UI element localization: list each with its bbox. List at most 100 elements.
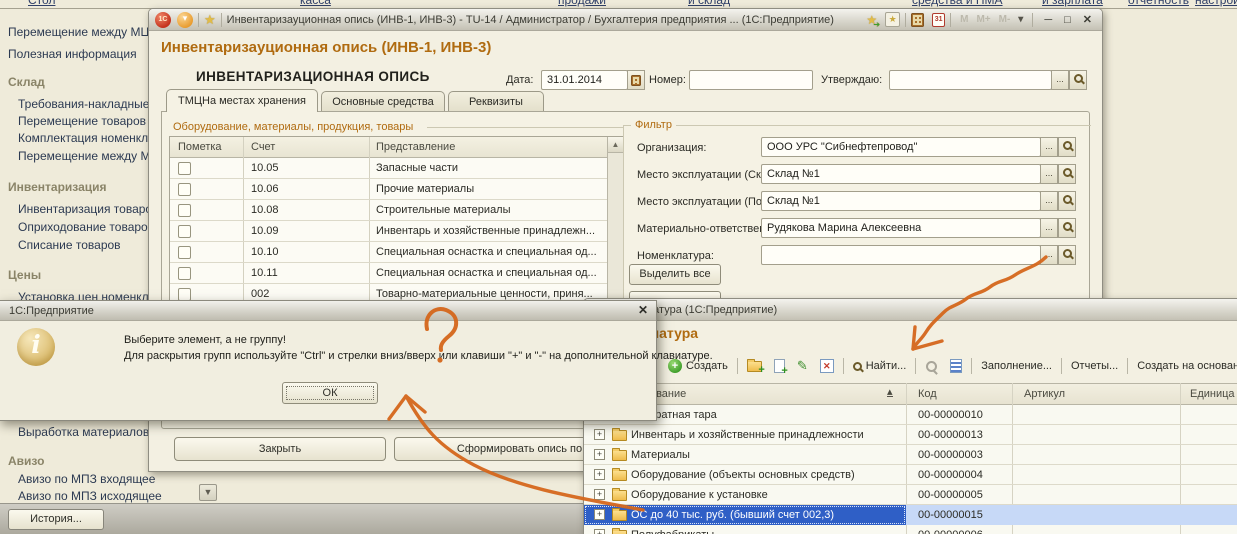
sidebar-scroll-down-button[interactable]: ▼ <box>199 484 217 501</box>
menu-item-warehouse[interactable]: и склад <box>688 0 730 7</box>
menu-item-assets[interactable]: средства и НМА <box>912 0 1003 7</box>
table-row[interactable]: 10.06 Прочие материалы <box>170 179 608 200</box>
menu-item-settings[interactable]: настройки учета <box>1195 0 1237 7</box>
table-row[interactable]: 10.11 Специальная оснастка и специальная… <box>170 263 608 284</box>
calendar-icon[interactable]: 31 <box>932 13 945 27</box>
history-button[interactable]: История... <box>8 509 104 530</box>
main-window-titlebar[interactable]: ★ Инвентаризауционная опись (ИНВ-1, ИНВ-… <box>149 9 1102 31</box>
sidebar-item-oprihodovanie[interactable]: Оприходование товаров <box>18 220 154 234</box>
fill-button[interactable]: Заполнение... <box>975 357 1058 375</box>
menu-item-reports[interactable]: отчетность <box>1128 0 1189 7</box>
sidebar-item-avizo-in[interactable]: Авизо по МПЗ входящее <box>18 472 155 486</box>
table-row[interactable]: 10.08 Строительные материалы <box>170 200 608 221</box>
favorites-star-icon[interactable]: ★ <box>204 12 216 28</box>
menu-item-sales[interactable]: продажи <box>558 0 606 7</box>
delete-button[interactable]: ✕ <box>814 356 840 376</box>
sidebar-item-useful-info[interactable]: Полезная информация <box>8 47 137 61</box>
number-input[interactable] <box>689 70 813 90</box>
column-header-unit[interactable]: Единица <box>1190 388 1235 400</box>
sidebar-item-vyrabotka[interactable]: Выработка материалов <box>18 425 149 439</box>
close-button[interactable]: ✕ <box>1083 13 1092 26</box>
window-menu-icon[interactable] <box>177 12 193 28</box>
column-header-schet[interactable]: Счет <box>251 141 275 153</box>
memory-mminus-button[interactable]: M- <box>999 14 1011 25</box>
edit-button[interactable]: ✎ <box>791 355 814 377</box>
favorites-list-icon[interactable]: ★ <box>885 12 900 27</box>
warehouse-search-button[interactable] <box>1058 164 1076 184</box>
division-ellipsis-button[interactable]: ... <box>1040 191 1058 211</box>
table-row[interactable]: 10.05 Запасные части <box>170 158 608 179</box>
sidebar-item-move-between-mc[interactable]: Перемещение между МЦ <box>8 25 149 39</box>
table-row[interactable]: Инвентарь и хозяйственные принадлежности… <box>584 425 1237 445</box>
dialog-close-icon[interactable]: ✕ <box>638 303 648 317</box>
memory-m-button[interactable]: M <box>960 14 968 25</box>
tab-requisites[interactable]: Реквизиты <box>448 91 544 112</box>
create-based-button[interactable]: Создать на основании <box>1131 357 1237 375</box>
warehouse-input[interactable]: Склад №1 <box>761 164 1041 184</box>
scroll-up-icon[interactable]: ▲ <box>608 137 623 153</box>
nomenclature-search-button[interactable] <box>1058 245 1076 265</box>
date-picker-button[interactable] <box>627 70 645 90</box>
column-header-code[interactable]: Код <box>918 388 937 400</box>
create-group-button[interactable] <box>741 358 768 375</box>
tab-tmc-storage[interactable]: ТМЦНа местах хранения <box>166 89 318 112</box>
table-row[interactable]: Материалы 00-00000003 <box>584 445 1237 465</box>
expand-icon[interactable] <box>594 489 605 500</box>
calculator-icon[interactable] <box>911 13 924 27</box>
row-checkbox[interactable] <box>178 246 191 259</box>
table-row[interactable]: Оборудование (объекты основных средств) … <box>584 465 1237 485</box>
close-form-button[interactable]: Закрыть <box>174 437 386 461</box>
warehouse-ellipsis-button[interactable]: ... <box>1040 164 1058 184</box>
tab-fixed-assets[interactable]: Основные средства <box>321 91 445 112</box>
nomenclature-ellipsis-button[interactable]: ... <box>1040 245 1058 265</box>
expand-icon[interactable] <box>594 529 605 534</box>
table-row[interactable]: Оборудование к установке 00-00000005 <box>584 485 1237 505</box>
row-checkbox[interactable] <box>178 183 191 196</box>
copy-button[interactable] <box>768 356 791 376</box>
accounts-table-scrollbar[interactable]: ▲ <box>607 137 623 325</box>
division-search-button[interactable] <box>1058 191 1076 211</box>
responsible-ellipsis-button[interactable]: ... <box>1040 218 1058 238</box>
menu-item-desktop[interactable]: Стол <box>28 0 55 7</box>
row-checkbox[interactable] <box>178 162 191 175</box>
sidebar-item-move-goods[interactable]: Перемещение товаров <box>18 114 146 128</box>
sidebar-item-komplekt[interactable]: Комплектация номенкла <box>18 131 155 145</box>
sidebar-item-move-between-mc2[interactable]: Перемещение между МЦ <box>18 149 159 163</box>
row-checkbox[interactable] <box>178 225 191 238</box>
responsible-input[interactable]: Рудякова Марина Алексеевна <box>761 218 1041 238</box>
approve-ellipsis-button[interactable]: ... <box>1051 70 1069 90</box>
expand-icon[interactable] <box>594 449 605 460</box>
menu-item-salary[interactable]: и зарплата <box>1042 0 1103 7</box>
column-header-article[interactable]: Артикул <box>1024 388 1065 400</box>
expand-icon[interactable] <box>594 429 605 440</box>
minimize-button[interactable]: ─ <box>1044 14 1052 26</box>
find-button[interactable]: Найти... <box>847 357 913 375</box>
date-input[interactable]: 31.01.2014 <box>541 70 628 90</box>
sidebar-item-avizo-out[interactable]: Авизо по МПЗ исходящее <box>18 489 162 503</box>
sidebar-item-trebovaniya[interactable]: Требования-накладные <box>18 97 149 111</box>
column-header-pometka[interactable]: Пометка <box>178 141 222 153</box>
row-checkbox[interactable] <box>178 267 191 280</box>
org-input[interactable]: ООО УРС "Сибнефтепровод" <box>761 137 1041 157</box>
column-header-predstavlenie[interactable]: Представление <box>376 141 455 153</box>
table-row[interactable]: Возвратная тара 00-00000010 <box>584 405 1237 425</box>
org-search-button[interactable] <box>1058 137 1076 157</box>
menu-item-kassa[interactable]: касса <box>300 0 331 7</box>
reports-button[interactable]: Отчеты... <box>1065 357 1124 375</box>
add-favorite-icon[interactable]: ★ <box>866 13 877 27</box>
table-row[interactable]: 10.10 Специальная оснастка и специальная… <box>170 242 608 263</box>
chevron-down-icon[interactable]: ▾ <box>1018 14 1023 25</box>
org-ellipsis-button[interactable]: ... <box>1040 137 1058 157</box>
responsible-search-button[interactable] <box>1058 218 1076 238</box>
ok-button[interactable]: ОК <box>282 382 378 404</box>
row-checkbox[interactable] <box>178 204 191 217</box>
table-row[interactable]: 10.09 Инвентарь и хозяйственные принадле… <box>170 221 608 242</box>
select-all-button[interactable]: Выделить все <box>629 264 721 285</box>
cancel-search-button[interactable] <box>919 357 944 376</box>
list-settings-button[interactable] <box>944 356 968 376</box>
dialog-titlebar[interactable]: 1С:Предприятие ✕ <box>0 301 656 321</box>
memory-mplus-button[interactable]: M+ <box>976 14 990 25</box>
sidebar-item-spisanie[interactable]: Списание товаров <box>18 238 121 252</box>
table-row[interactable]: Полуфабрикаты 00-00000006 <box>584 525 1237 534</box>
sidebar-item-inventory-goods[interactable]: Инвентаризация товаров <box>18 202 158 216</box>
